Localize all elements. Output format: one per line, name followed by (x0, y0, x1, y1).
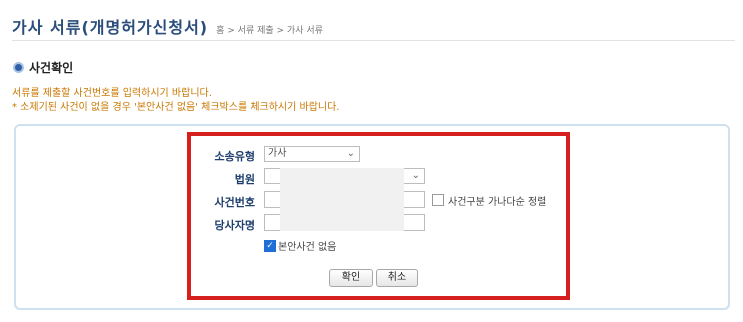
section-heading: 사건확인 (13, 59, 73, 76)
help-text-1: 서류를 제출할 사건번호를 입력하시기 바랍니다. (12, 88, 212, 99)
header-divider (12, 40, 735, 41)
page-header: 가사 서류(개명허가신청서) 홈 > 서류 제출 > 가사 서류 (12, 14, 323, 38)
section-title: 사건확인 (29, 61, 74, 75)
page-title: 가사 서류(개명허가신청서) (12, 18, 209, 37)
bullet-icon (13, 62, 24, 73)
help-text-2: * 소제기된 사건이 없을 경우 '본안사건 없음' 체크박스를 체크하시기 바… (12, 102, 340, 113)
highlight-box (187, 132, 570, 300)
breadcrumb: 홈 > 서류 제출 > 가사 서류 (216, 26, 323, 36)
